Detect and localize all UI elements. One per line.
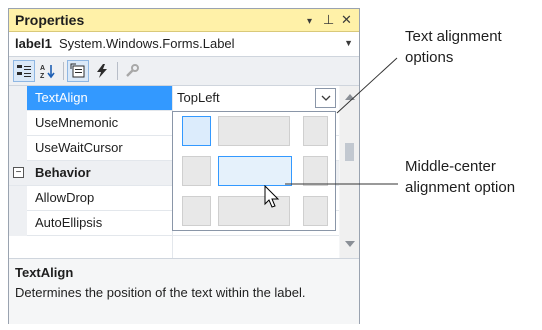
callout-line-text-alignment bbox=[336, 57, 398, 114]
callout-line-2: alignment option bbox=[405, 179, 516, 196]
callout-line-1: Text alignment bbox=[405, 28, 502, 45]
callout-line-1: Middle-center bbox=[405, 158, 496, 175]
callout-text-alignment-options: Text alignment options bbox=[405, 26, 502, 68]
callout-middle-center-option: Middle-center alignment option bbox=[405, 156, 515, 198]
callout-line-2: options bbox=[405, 49, 454, 66]
